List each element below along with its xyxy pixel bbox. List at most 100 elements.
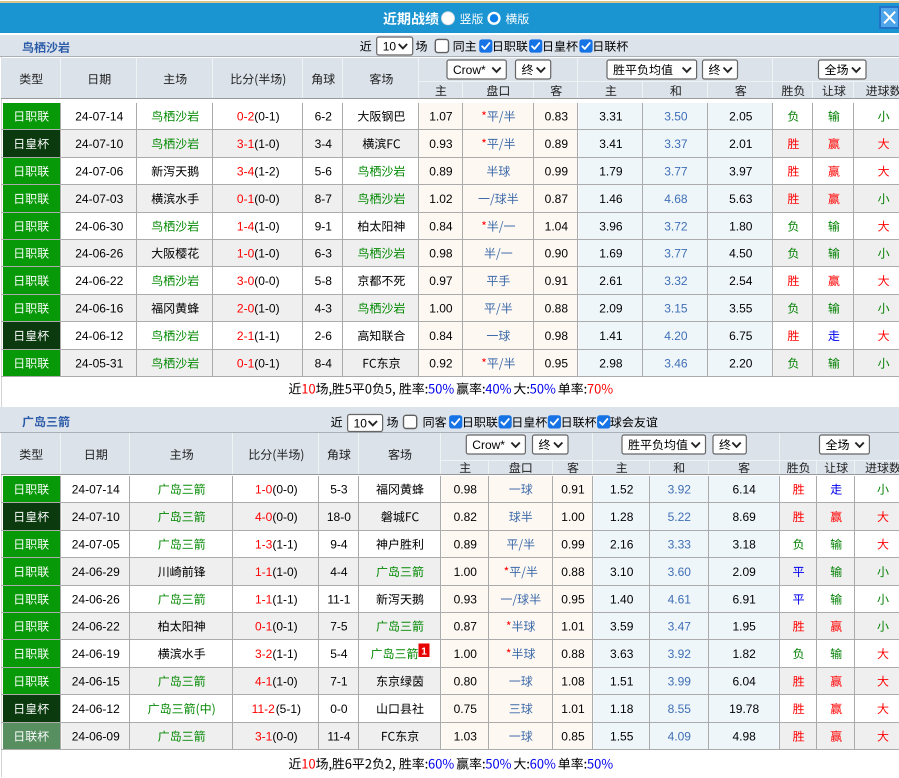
svg-text:4.61: 4.61 (668, 592, 692, 606)
svg-text:5.22: 5.22 (668, 510, 692, 524)
svg-text:0.93: 0.93 (454, 592, 478, 606)
svg-text:1.01: 1.01 (561, 619, 585, 633)
svg-text:1.00: 1.00 (454, 565, 478, 579)
svg-text:24-06-22: 24-06-22 (72, 619, 120, 633)
svg-text:5-6: 5-6 (315, 164, 333, 178)
svg-text:2-0: 2-0 (237, 301, 255, 315)
svg-text:1.00: 1.00 (454, 647, 478, 661)
svg-text:0.82: 0.82 (454, 510, 478, 524)
svg-text:0.88: 0.88 (561, 647, 585, 661)
svg-text:0.98: 0.98 (545, 329, 569, 343)
svg-text:6-3: 6-3 (315, 246, 333, 260)
svg-text:0.91: 0.91 (561, 482, 585, 496)
svg-text:0-2: 0-2 (237, 109, 255, 123)
svg-text:1.79: 1.79 (599, 164, 623, 178)
svg-text:0-1: 0-1 (255, 619, 273, 633)
svg-text:3-4: 3-4 (315, 137, 333, 151)
svg-text:3.15: 3.15 (664, 301, 688, 315)
svg-text:1.69: 1.69 (599, 246, 623, 260)
svg-text:1.40: 1.40 (610, 592, 634, 606)
svg-text:3.92: 3.92 (668, 647, 692, 661)
svg-text:1.00: 1.00 (429, 301, 453, 315)
svg-text:0.87: 0.87 (545, 192, 569, 206)
svg-text:10: 10 (383, 39, 397, 53)
svg-text:0.93: 0.93 (429, 137, 453, 151)
svg-text:18-0: 18-0 (327, 510, 351, 524)
svg-text:2.05: 2.05 (729, 109, 753, 123)
svg-text:(1-0): (1-0) (254, 219, 279, 233)
svg-text:(0-1): (0-1) (272, 619, 297, 633)
svg-text:0.89: 0.89 (429, 164, 453, 178)
svg-text:3.31: 3.31 (599, 109, 623, 123)
svg-text:6.91: 6.91 (732, 592, 756, 606)
svg-text:1.46: 1.46 (599, 192, 623, 206)
svg-text:3.63: 3.63 (610, 647, 634, 661)
svg-text:(1-1): (1-1) (272, 647, 297, 661)
svg-text:0.99: 0.99 (561, 537, 585, 551)
svg-text:3.92: 3.92 (668, 482, 692, 496)
svg-text:1-3: 1-3 (255, 537, 273, 551)
svg-text:(0-0): (0-0) (272, 729, 297, 743)
svg-text:1.01: 1.01 (561, 702, 585, 716)
svg-text:11-1: 11-1 (327, 592, 350, 606)
svg-text:24-06-09: 24-06-09 (72, 729, 120, 743)
svg-text:2.61: 2.61 (599, 274, 623, 288)
svg-text:(1-2): (1-2) (254, 164, 279, 178)
svg-text:(0-1): (0-1) (254, 356, 279, 370)
svg-text:2.98: 2.98 (599, 356, 623, 370)
svg-text:2.01: 2.01 (729, 137, 753, 151)
svg-text:Crow*: Crow* (453, 63, 486, 77)
svg-text:(1-0): (1-0) (254, 301, 279, 315)
svg-text:3.47: 3.47 (668, 619, 692, 633)
svg-text:3.50: 3.50 (664, 109, 688, 123)
svg-text:24-06-19: 24-06-19 (72, 647, 120, 661)
svg-text:3-0: 3-0 (237, 274, 255, 288)
svg-text:0.75: 0.75 (454, 702, 478, 716)
svg-text:2-6: 2-6 (315, 329, 333, 343)
svg-text:(0-0): (0-0) (272, 510, 297, 524)
svg-text:0.83: 0.83 (545, 109, 569, 123)
svg-text:0.98: 0.98 (454, 482, 478, 496)
svg-text:11-2: 11-2 (252, 702, 275, 716)
svg-text:1.80: 1.80 (729, 219, 753, 233)
svg-text:9-4: 9-4 (330, 537, 348, 551)
svg-text:0-0: 0-0 (330, 702, 348, 716)
svg-text:3.77: 3.77 (664, 246, 688, 260)
svg-text:3.72: 3.72 (664, 219, 688, 233)
svg-text:0.95: 0.95 (545, 356, 569, 370)
svg-text:9-1: 9-1 (315, 219, 333, 233)
svg-text:2-1: 2-1 (237, 329, 255, 343)
svg-text:24-07-14: 24-07-14 (72, 482, 120, 496)
svg-text:1.02: 1.02 (429, 192, 453, 206)
svg-text:1.52: 1.52 (610, 482, 634, 496)
svg-text:6-2: 6-2 (315, 109, 333, 123)
svg-text:(5-1): (5-1) (276, 702, 301, 716)
svg-text:3.55: 3.55 (729, 301, 753, 315)
svg-text:0.84: 0.84 (429, 219, 453, 233)
svg-text:0.89: 0.89 (545, 137, 569, 151)
svg-text:(1-0): (1-0) (272, 674, 297, 688)
svg-text:5.63: 5.63 (729, 192, 753, 206)
svg-text:(0-0): (0-0) (272, 482, 297, 496)
svg-text:7-1: 7-1 (330, 674, 348, 688)
svg-text:2.16: 2.16 (610, 537, 634, 551)
svg-text:0.92: 0.92 (429, 356, 453, 370)
svg-text:4.98: 4.98 (732, 729, 756, 743)
svg-text:0-1: 0-1 (237, 192, 255, 206)
svg-text:1-0: 1-0 (237, 246, 255, 260)
svg-text:5-4: 5-4 (330, 647, 348, 661)
svg-text:1.04: 1.04 (545, 219, 569, 233)
svg-text:4.09: 4.09 (668, 729, 692, 743)
svg-text:1.28: 1.28 (610, 510, 634, 524)
svg-text:5-8: 5-8 (315, 274, 333, 288)
svg-text:4.50: 4.50 (729, 246, 753, 260)
svg-text:(0-0): (0-0) (254, 274, 279, 288)
svg-text:2.09: 2.09 (599, 301, 623, 315)
svg-text:1.51: 1.51 (610, 674, 634, 688)
svg-text:0-1: 0-1 (237, 356, 255, 370)
svg-text:Crow*: Crow* (472, 438, 505, 452)
svg-text:4.68: 4.68 (664, 192, 688, 206)
svg-text:7-5: 7-5 (330, 619, 348, 633)
svg-text:4-4: 4-4 (330, 565, 348, 579)
svg-text:3.32: 3.32 (664, 274, 688, 288)
